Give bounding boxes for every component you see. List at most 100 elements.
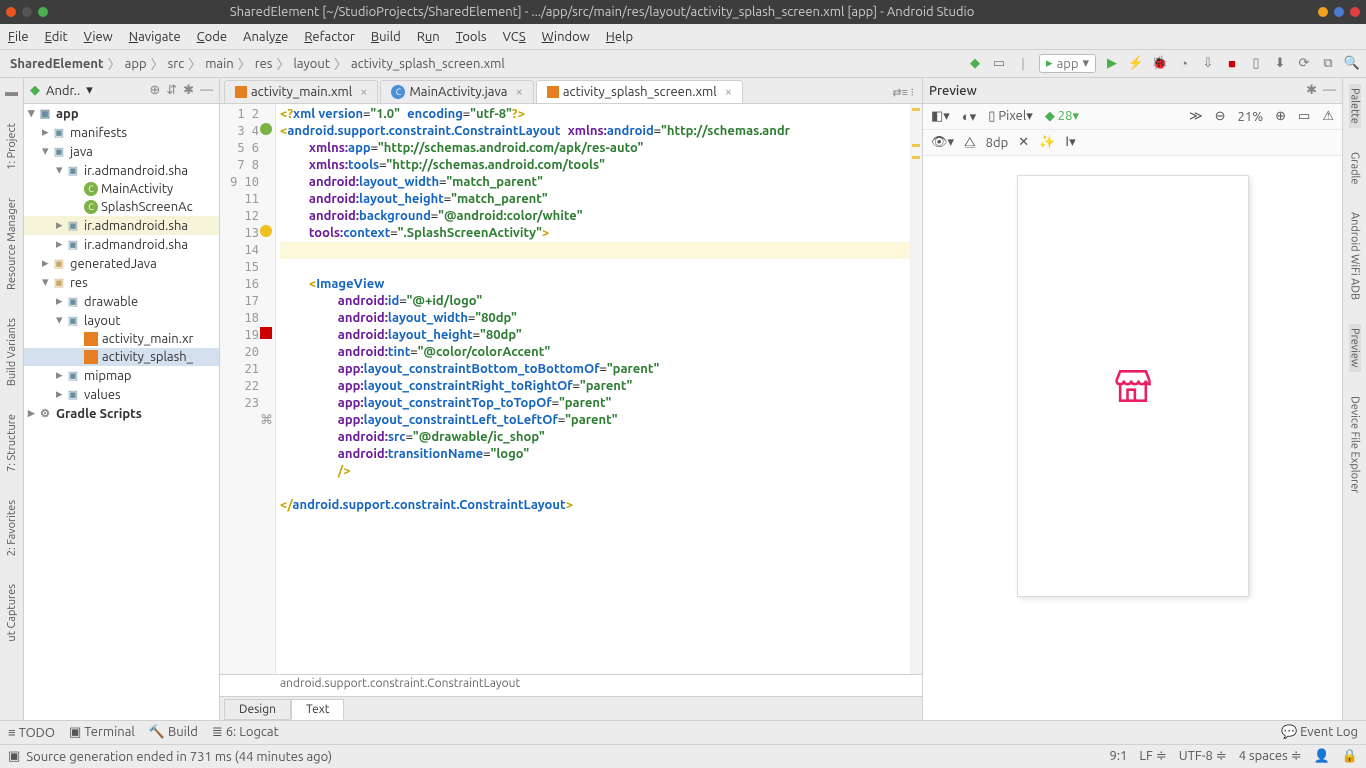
minimize-window-icon[interactable] (22, 7, 32, 17)
tool-device-explorer[interactable]: Device File Explorer (1349, 392, 1361, 497)
tool-captures[interactable]: ut Captures (6, 580, 18, 646)
run-config-selector[interactable]: ▸app▾ (1039, 54, 1096, 73)
crumb-src[interactable]: src (168, 57, 185, 71)
minimize-icon[interactable]: ▬ (5, 84, 18, 99)
element-breadcrumb[interactable]: android.support.constraint.ConstraintLay… (220, 674, 922, 696)
tool-todo[interactable]: ≡ TODO (8, 725, 55, 740)
apply-changes-icon[interactable]: ⚡ (1128, 56, 1144, 72)
tab-text[interactable]: Text (291, 699, 345, 720)
close-icon[interactable]: × (360, 85, 367, 99)
preview-surface[interactable] (923, 156, 1342, 720)
sdk-manager-icon[interactable]: ⬇ (1272, 56, 1288, 72)
close-icon[interactable]: × (516, 85, 523, 99)
surface-icon[interactable]: ◧▾ (931, 109, 950, 124)
close-window-icon[interactable] (6, 7, 16, 17)
guidelines-icon[interactable]: Ⅰ▾ (1065, 135, 1075, 150)
file-encoding[interactable]: UTF-8 ≑ (1179, 749, 1227, 764)
tool-resource-manager[interactable]: Resource Manager (6, 194, 18, 294)
clear-constraints-icon[interactable]: ✕ (1018, 135, 1029, 150)
tool-gradle[interactable]: Gradle (1349, 148, 1361, 189)
crumb-main[interactable]: main (205, 57, 233, 71)
project-view-label[interactable]: Andr.. (46, 84, 80, 98)
tool-logcat[interactable]: ≣ 6: Logcat (212, 725, 279, 740)
tool-build[interactable]: 🔨 Build (149, 725, 198, 740)
magnet-icon[interactable]: ⧋ (964, 135, 976, 150)
collapse-all-icon[interactable]: ⇵ (166, 83, 177, 98)
tab-design[interactable]: Design (224, 699, 291, 720)
crumb-app[interactable]: app (125, 57, 147, 71)
inspection-indicator-icon[interactable]: 👤 (1314, 749, 1330, 764)
search-icon[interactable]: 🔍 (1344, 56, 1360, 72)
tab-activity-main[interactable]: activity_main.xml× (224, 80, 378, 103)
menu-edit[interactable]: Edit (45, 30, 68, 44)
line-separator[interactable]: LF ≑ (1139, 749, 1166, 764)
scroll-from-source-icon[interactable]: ⊕ (149, 83, 160, 98)
editor-scrollbar[interactable] (910, 104, 922, 674)
tool-event-log[interactable]: 💬 Event Log (1281, 725, 1358, 740)
tool-favorites[interactable]: 2: Favorites (6, 496, 18, 560)
avd-manager-icon[interactable]: ▯ (1248, 56, 1264, 72)
android-view-icon[interactable]: ◆ (30, 83, 40, 98)
run-button[interactable]: ▶ (1104, 56, 1120, 72)
hide-icon[interactable]: — (1323, 83, 1336, 98)
menu-run[interactable]: Run (417, 30, 440, 44)
zoom-in-icon[interactable]: ⊕ (1275, 109, 1286, 124)
menu-file[interactable]: File (8, 30, 29, 44)
crumb-root[interactable]: SharedElement (10, 57, 104, 71)
menu-vcs[interactable]: VCS (503, 30, 526, 44)
api-selector[interactable]: ◆ 28▾ (1045, 109, 1079, 124)
gear-icon[interactable]: ✱ (1306, 83, 1317, 98)
editor-gutter[interactable]: 1 2 3 4 5 6 7 8 9 10 11 12 13 14 15 16 1… (220, 104, 276, 674)
crumb-res[interactable]: res (255, 57, 273, 71)
menu-tools[interactable]: Tools (456, 30, 487, 44)
toggle-tool-windows-icon[interactable]: ▣ (8, 749, 20, 764)
indent-setting[interactable]: 4 spaces ≑ (1239, 749, 1302, 764)
stop-button[interactable]: ■ (1224, 56, 1240, 72)
project-structure-icon[interactable]: ⧉ (1320, 56, 1336, 72)
menu-navigate[interactable]: Navigate (129, 30, 181, 44)
menu-build[interactable]: Build (371, 30, 401, 44)
hide-icon[interactable]: — (200, 83, 213, 98)
profile-button[interactable]: ◔ (1176, 56, 1192, 72)
maximize-window-icon[interactable] (38, 7, 48, 17)
project-tree[interactable]: ▾▣app ▸▣manifests ▾▣java ▾▣ir.admandroid… (24, 104, 219, 720)
gear-icon[interactable]: ✱ (183, 83, 194, 98)
breadcrumb[interactable]: SharedElement〉 app〉 src〉 main〉 res〉 layo… (6, 52, 509, 75)
debug-button[interactable]: 🐞 (1152, 56, 1168, 72)
locale-icon[interactable]: ≫ (1189, 109, 1203, 124)
caret-position[interactable]: 9:1 (1110, 749, 1128, 764)
menu-analyze[interactable]: Analyze (243, 30, 288, 44)
device-selector[interactable]: ▯ Pixel▾ (988, 109, 1033, 124)
menu-refactor[interactable]: Refactor (304, 30, 355, 44)
menu-help[interactable]: Help (606, 30, 633, 44)
breadcrumb-toggle-icon[interactable]: ⇄≡ ⁝ (884, 82, 922, 103)
palette-label[interactable]: Palette (1349, 84, 1361, 128)
tool-preview[interactable]: Preview (1349, 324, 1361, 371)
infer-constraints-icon[interactable]: ✨ (1039, 135, 1055, 150)
code-editor[interactable]: <?xml version="1.0" encoding="utf-8"?> <… (276, 104, 910, 674)
tool-wifi-adb[interactable]: Android WiFi ADB (1349, 208, 1361, 304)
crumb-file[interactable]: activity_splash_screen.xml (351, 57, 505, 71)
orientation-icon[interactable]: ◐▾ (962, 109, 976, 125)
device-selector-icon[interactable]: ▭ (991, 56, 1007, 72)
lock-icon[interactable]: 🔒 (1342, 749, 1358, 764)
tab-splash-screen[interactable]: activity_splash_screen.xml× (536, 80, 743, 103)
tool-project[interactable]: 1: Project (6, 119, 18, 174)
crumb-layout[interactable]: layout (293, 57, 329, 71)
default-margin[interactable]: 8dp (986, 136, 1009, 150)
tool-build-variants[interactable]: Build Variants (6, 314, 18, 390)
zoom-fit-icon[interactable]: ▭ (1298, 109, 1310, 124)
close-icon[interactable]: × (725, 85, 732, 99)
sync-gradle-icon[interactable]: ⟳ (1296, 56, 1312, 72)
zoom-out-icon[interactable]: ⊖ (1215, 109, 1226, 124)
warnings-icon[interactable]: ⚠ (1322, 109, 1334, 124)
attach-debugger-icon[interactable]: ⇩ (1200, 56, 1216, 72)
view-options-icon[interactable]: 👁▾ (931, 135, 954, 150)
menu-window[interactable]: Window (542, 30, 590, 44)
android-icon[interactable]: ◆ (967, 56, 983, 72)
tab-main-activity[interactable]: CMainActivity.java× (380, 80, 533, 103)
tool-structure[interactable]: 7: Structure (6, 410, 18, 476)
menu-view[interactable]: View (84, 30, 113, 44)
tool-terminal[interactable]: ▣ Terminal (69, 725, 135, 740)
menu-code[interactable]: Code (197, 30, 227, 44)
